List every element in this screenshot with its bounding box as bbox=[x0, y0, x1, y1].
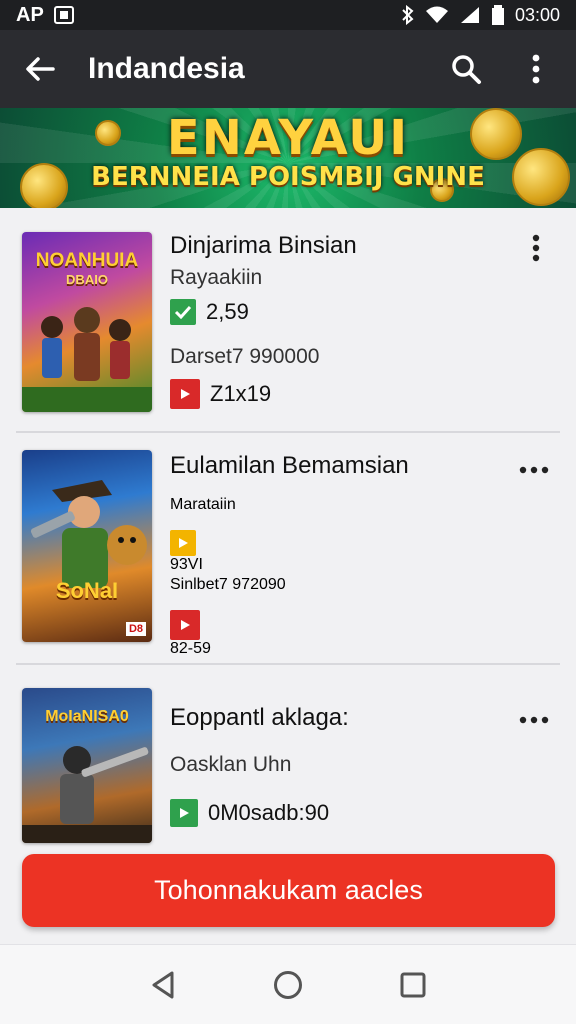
thumbnail-title: SoNaI bbox=[55, 578, 119, 603]
play-badge-icon bbox=[170, 379, 200, 409]
game-thumbnail[interactable]: MoIaNISA0 bbox=[22, 688, 152, 843]
system-nav-bar bbox=[0, 944, 576, 1024]
banner-headline: ENAYAUI bbox=[166, 110, 410, 166]
warrior-illustration bbox=[22, 746, 152, 843]
item-name: Dinjarima Binsian bbox=[170, 232, 357, 259]
item-stat: 0M0sadb:90 bbox=[170, 799, 329, 827]
item-stat: Z1x19 bbox=[170, 379, 271, 409]
status-bar: AP 03:00 bbox=[0, 0, 576, 30]
more-vert-icon[interactable] bbox=[518, 230, 554, 266]
app-bar: Indandesia bbox=[0, 30, 576, 108]
nav-recents-icon[interactable] bbox=[393, 965, 433, 1005]
carrier-label: AP bbox=[16, 3, 44, 26]
list-item[interactable]: NOANHUIA DBAIO Dinjarima Binsian Rayaaki… bbox=[0, 208, 576, 433]
item-rating: 2,59 bbox=[170, 299, 249, 325]
status-right: 03:00 bbox=[401, 4, 560, 26]
thumbnail-title: NOANHUIA bbox=[35, 250, 139, 271]
bluetooth-icon bbox=[402, 5, 414, 25]
nav-back-icon[interactable] bbox=[143, 965, 183, 1005]
rating-value: 93VI bbox=[170, 556, 203, 573]
stat-value: Z1x19 bbox=[210, 381, 272, 406]
back-arrow-icon[interactable] bbox=[22, 51, 58, 87]
banner-subline: BERNNEIA POISMBIJ GNINE bbox=[91, 162, 485, 192]
game-thumbnail[interactable]: SoNaI D8 bbox=[22, 450, 152, 642]
item-details: Darset7 990000 bbox=[170, 345, 320, 368]
list-item[interactable]: SoNaI D8 Eulamilan Bemamsian bbox=[0, 434, 576, 664]
item-details: Sinlbet7 972090 bbox=[170, 576, 286, 593]
battery-icon bbox=[491, 5, 504, 25]
page-title: Indandesia bbox=[88, 52, 245, 85]
clock: 03:00 bbox=[514, 4, 560, 25]
wifi-icon bbox=[425, 6, 448, 23]
signal-icon bbox=[460, 7, 479, 23]
more-vert-icon[interactable] bbox=[518, 51, 554, 87]
notification-icon bbox=[53, 6, 74, 24]
list-divider bbox=[16, 663, 560, 665]
app-bar-actions bbox=[448, 51, 554, 87]
characters-illustration bbox=[22, 307, 152, 412]
item-subtitle: Marataiin bbox=[170, 496, 236, 513]
play-badge-icon bbox=[170, 799, 198, 827]
primary-action-button[interactable]: Tohonnakukam aacles bbox=[22, 854, 555, 927]
stat-value: 0M0sadb:90 bbox=[208, 800, 330, 825]
thumbnail-tag: D8 bbox=[125, 622, 146, 636]
more-horiz-icon[interactable] bbox=[516, 452, 552, 488]
nav-home-icon[interactable] bbox=[268, 965, 308, 1005]
hero-illustration bbox=[30, 480, 147, 588]
check-badge-icon bbox=[170, 299, 196, 325]
rating-value: 2,59 bbox=[206, 299, 249, 324]
item-name: Eoppantl aklaga: bbox=[170, 704, 349, 731]
play-badge-icon bbox=[170, 610, 200, 640]
item-subtitle: Oasklan Uhn bbox=[170, 753, 292, 776]
item-subtitle: Rayaakiin bbox=[170, 266, 263, 289]
game-thumbnail[interactable]: NOANHUIA DBAIO bbox=[22, 232, 152, 412]
thumbnail-subtitle: DBAIO bbox=[66, 272, 108, 287]
stat-value: 82-59 bbox=[170, 640, 211, 657]
list-item[interactable]: MoIaNISA0 Eoppantl aklaga: Oasklan Uhn 0… bbox=[0, 666, 576, 846]
search-icon[interactable] bbox=[448, 51, 484, 87]
play-badge-icon bbox=[170, 530, 196, 556]
item-stat: 82-59 bbox=[170, 610, 211, 658]
status-left: AP bbox=[16, 4, 74, 27]
list-divider bbox=[16, 431, 560, 433]
thumbnail-title: MoIaNISA0 bbox=[45, 708, 129, 725]
item-name: Eulamilan Bemamsian bbox=[170, 452, 409, 479]
more-horiz-icon[interactable] bbox=[516, 702, 552, 738]
promo-banner[interactable]: ENAYAUI BERNNEIA POISMBIJ GNINE bbox=[0, 108, 576, 208]
item-rating: 93VI bbox=[170, 530, 203, 574]
